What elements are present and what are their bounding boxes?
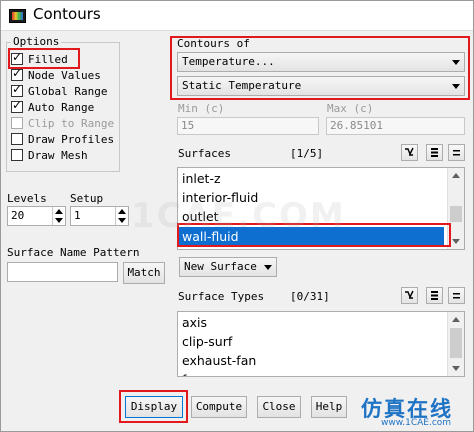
surface-item-inlet-z[interactable]: inlet-z [182, 169, 221, 189]
watermark-url: www.1CAE.com [381, 418, 452, 428]
spinner-value: 20 [11, 209, 25, 222]
list-all-icon[interactable] [426, 287, 443, 304]
new-surface-button[interactable]: New Surface [179, 257, 277, 277]
dropdown-arrow-icon [264, 265, 272, 270]
select-value: New Surface [184, 260, 257, 273]
checkbox-box [11, 66, 23, 81]
spin-down-icon[interactable] [118, 218, 126, 223]
max-label: Max (c) [327, 102, 374, 115]
setup-spinner[interactable]: 1 [70, 206, 129, 226]
scroll-down-arrow-icon[interactable] [452, 239, 460, 244]
spin-down-icon[interactable] [55, 218, 63, 223]
spin-up-icon[interactable] [55, 209, 63, 214]
select-all-icon[interactable] [401, 287, 418, 304]
background-watermark: 1CAE.COM [131, 196, 346, 236]
contours-of-highlight-box [170, 36, 470, 100]
spinner-buttons[interactable] [52, 207, 65, 225]
compute-button[interactable]: Compute [191, 396, 247, 418]
deselect-all-icon[interactable] [448, 287, 465, 304]
checkbox-label: Auto Range [28, 100, 95, 114]
surfaces-count: [1/5] [290, 147, 324, 160]
display-highlight-box [119, 390, 188, 423]
list-all-icon[interactable] [426, 144, 443, 161]
surface-name-pattern-input[interactable] [7, 262, 118, 282]
clip-to-range-checkbox[interactable]: Clip to Range [11, 116, 114, 130]
contours-dialog: Contours Options Filled Node Values Glob… [0, 0, 474, 432]
spinner-buttons[interactable] [115, 207, 128, 225]
scroll-up-arrow-icon[interactable] [452, 317, 460, 322]
scroll-up-arrow-icon[interactable] [452, 173, 460, 178]
surface-type-item[interactable]: clip-surf [182, 332, 232, 352]
options-group-title: Options [11, 35, 62, 48]
checkbox-label: Draw Profiles [28, 132, 115, 146]
levels-spinner[interactable]: 20 [7, 206, 66, 226]
select-all-icon[interactable] [401, 144, 418, 161]
draw-mesh-checkbox[interactable]: Draw Mesh [11, 148, 88, 162]
surface-type-item[interactable]: exhaust-fan [182, 351, 256, 371]
surface-types-scrollbar[interactable] [447, 312, 464, 376]
levels-label: Levels [7, 192, 47, 205]
surface-type-item[interactable]: axis [182, 313, 207, 333]
match-button[interactable]: Match [123, 262, 165, 284]
window-title: Contours [33, 5, 101, 23]
contours-app-icon [9, 9, 26, 23]
surface-types-list[interactable]: axis clip-surf exhaust-fan f [177, 311, 465, 377]
filled-highlight-box [8, 48, 80, 69]
scroll-thumb[interactable] [450, 206, 462, 222]
surfaces-label: Surfaces [178, 147, 231, 160]
scroll-down-arrow-icon[interactable] [452, 366, 460, 371]
checkbox-box [11, 133, 23, 145]
setup-label: Setup [70, 192, 104, 205]
close-button[interactable]: Close [257, 396, 301, 418]
surface-name-pattern-label: Surface Name Pattern [7, 246, 140, 259]
scroll-thumb[interactable] [450, 328, 462, 358]
deselect-all-icon[interactable] [448, 144, 465, 161]
global-range-checkbox[interactable]: Global Range [11, 82, 108, 98]
help-button[interactable]: Help [311, 396, 347, 418]
node-values-checkbox[interactable]: Node Values [11, 66, 101, 82]
checkbox-label: Clip to Range [28, 116, 115, 130]
checkbox-box [11, 82, 23, 97]
surface-type-item[interactable]: f [182, 370, 186, 376]
draw-profiles-checkbox[interactable]: Draw Profiles [11, 132, 114, 146]
checkbox-label: Node Values [28, 68, 101, 82]
auto-range-checkbox[interactable]: Auto Range [11, 98, 95, 114]
surface-types-count: [0/31] [290, 290, 330, 303]
checkbox-label: Draw Mesh [28, 148, 88, 162]
title-bar: Contours [1, 1, 473, 31]
checkbox-box [11, 149, 23, 161]
max-value-field: 26.85101 [326, 117, 465, 135]
spinner-value: 1 [74, 209, 81, 222]
checkbox-box [11, 98, 23, 113]
spin-up-icon[interactable] [118, 209, 126, 214]
checkbox-box [11, 117, 23, 129]
min-label: Min (c) [178, 102, 225, 115]
surface-types-label: Surface Types [178, 290, 265, 303]
min-value-field: 15 [177, 117, 319, 135]
checkbox-label: Global Range [28, 84, 108, 98]
